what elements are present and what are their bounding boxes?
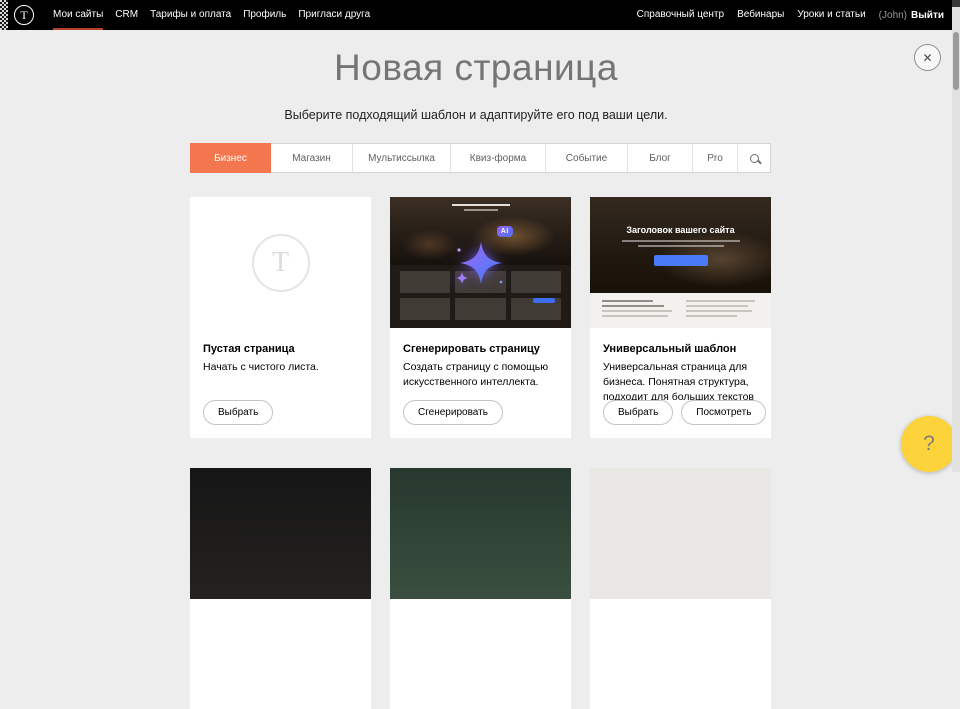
decor-line xyxy=(602,300,653,302)
template-card-ai-generate: AI Сгенерировать страницу Создать страни… xyxy=(390,197,571,438)
nav-invite-friend[interactable]: Пригласи друга xyxy=(298,0,370,30)
decor-line xyxy=(602,310,672,312)
ai-badge: AI xyxy=(497,226,513,237)
decor-line xyxy=(602,315,668,317)
tab-search[interactable] xyxy=(737,144,771,172)
choose-universal-button[interactable]: Выбрать xyxy=(603,400,673,425)
tilda-logo[interactable]: T xyxy=(14,5,34,25)
decor-line xyxy=(602,305,664,307)
page-subtitle: Выберите подходящий шаблон и адаптируйте… xyxy=(0,108,952,122)
nav-my-sites[interactable]: Мои сайты xyxy=(53,0,103,30)
template-category-tabs: Бизнес Магазин Мультиссылка Квиз-форма С… xyxy=(190,143,771,173)
watermark-letter: T xyxy=(272,247,289,279)
top-navbar: T Мои сайты CRM Тарифы и оплата Профиль … xyxy=(0,0,952,30)
decor-line xyxy=(638,245,724,247)
template-cards-row-1: T Пустая страница Начать с чистого листа… xyxy=(190,197,771,438)
decor-line xyxy=(452,204,510,206)
preview-tile xyxy=(400,298,450,320)
choose-blank-button[interactable]: Выбрать xyxy=(203,400,273,425)
decor-line xyxy=(686,310,752,312)
universal-template-preview: Заголовок вашего сайта xyxy=(590,197,771,328)
help-button[interactable]: ? xyxy=(901,416,957,472)
main-menu: Мои сайты CRM Тарифы и оплата Профиль Пр… xyxy=(53,0,370,30)
nav-help-center[interactable]: Справочный центр xyxy=(637,0,724,30)
search-icon xyxy=(750,154,759,163)
preview-heading-lines xyxy=(390,204,571,211)
decor-line xyxy=(622,240,740,242)
template-card-partial xyxy=(590,468,771,709)
preview-tile xyxy=(455,298,505,320)
secondary-menu: Справочный центр Вебинары Уроки и статьи… xyxy=(637,0,944,30)
username: (John) xyxy=(879,10,907,21)
card-actions: Выбрать xyxy=(203,400,273,425)
nav-webinars[interactable]: Вебинары xyxy=(737,0,784,30)
card-title: Универсальный шаблон xyxy=(590,328,771,355)
card-actions: Выбрать Посмотреть xyxy=(603,400,766,425)
tab-shop[interactable]: Магазин xyxy=(271,144,352,172)
card-actions: Сгенерировать xyxy=(403,400,503,425)
preview-tile xyxy=(511,271,561,293)
decor-line xyxy=(686,300,756,302)
tab-quiz-form[interactable]: Квиз-форма xyxy=(450,144,545,172)
card-title: Сгенерировать страницу xyxy=(390,328,571,355)
user-session: (John) Выйти xyxy=(879,10,944,21)
template-cards-row-2 xyxy=(190,468,771,709)
ai-star-icon xyxy=(451,233,511,293)
card-description: Создать страницу с помощью искусственног… xyxy=(390,355,571,390)
decor-line xyxy=(686,305,748,307)
tab-multilink[interactable]: Мультиссылка xyxy=(352,144,450,172)
nav-tariffs-payment[interactable]: Тарифы и оплата xyxy=(150,0,231,30)
preview-cta-button xyxy=(654,255,708,266)
screen-edge-artifact xyxy=(0,0,8,30)
preview-text-column xyxy=(686,300,760,317)
logout-link[interactable]: Выйти xyxy=(911,10,944,21)
decor-line xyxy=(464,209,498,211)
nav-crm[interactable]: CRM xyxy=(115,0,138,30)
nav-profile[interactable]: Профиль xyxy=(243,0,286,30)
preview-text-column xyxy=(602,300,676,317)
card-description: Начать с чистого листа. xyxy=(190,355,371,375)
tilda-logo-letter: T xyxy=(20,8,27,23)
preview-text-section xyxy=(590,293,771,317)
tab-blog[interactable]: Блог xyxy=(627,144,692,172)
close-button[interactable]: ✕ xyxy=(914,44,941,71)
blank-page-preview: T xyxy=(190,197,371,328)
tab-pro[interactable]: Pro xyxy=(692,144,737,172)
tab-business[interactable]: Бизнес xyxy=(190,143,271,173)
preview-tile xyxy=(400,271,450,293)
decor-line xyxy=(686,315,737,317)
template-card-blank: T Пустая страница Начать с чистого листа… xyxy=(190,197,371,438)
preview-blue-button xyxy=(533,298,555,303)
card-title: Пустая страница xyxy=(190,328,371,355)
tilda-watermark-icon: T xyxy=(252,234,310,292)
template-card-partial xyxy=(390,468,571,709)
preview-site-heading: Заголовок вашего сайта xyxy=(626,225,734,235)
partial-preview xyxy=(390,468,571,599)
partial-preview xyxy=(190,468,371,599)
template-card-partial xyxy=(190,468,371,709)
generate-button[interactable]: Сгенерировать xyxy=(403,400,503,425)
scrollbar-thumb[interactable] xyxy=(953,32,959,90)
tab-event[interactable]: Событие xyxy=(545,144,627,172)
page-title: Новая страница xyxy=(0,47,952,89)
scrollbar-top-cap xyxy=(952,0,960,7)
view-universal-button[interactable]: Посмотреть xyxy=(681,400,766,425)
ai-generate-preview: AI xyxy=(390,197,571,328)
nav-lessons-articles[interactable]: Уроки и статьи xyxy=(797,0,865,30)
partial-preview xyxy=(590,468,771,599)
template-card-universal: Заголовок вашего сайта xyxy=(590,197,771,438)
preview-hero-section: Заголовок вашего сайта xyxy=(590,197,771,293)
page-scrollbar[interactable] xyxy=(952,0,960,472)
